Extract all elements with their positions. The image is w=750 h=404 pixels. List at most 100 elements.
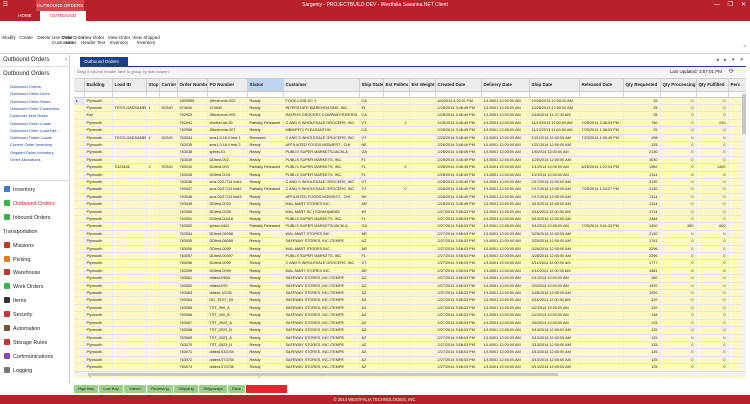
- modify-button[interactable]: Modify: [2, 35, 16, 40]
- sidebar-subitem[interactable]: Order Allocations: [10, 157, 40, 162]
- column-header[interactable]: Load ID: [112, 79, 147, 92]
- column-header[interactable]: Building: [84, 79, 113, 92]
- sidebar-module-inventory[interactable]: Inventory: [4, 185, 68, 195]
- table-row[interactable]: Plymouth 763064 DD_TEST_09 Ready SAFEWAY STO…: [74, 296, 746, 305]
- tab-outbound-orders[interactable]: OUTBOUND ORDERS: [40, 11, 86, 28]
- bottom-tab[interactable]: Infeed: [124, 385, 147, 393]
- sidebar-module-items[interactable]: Items: [4, 296, 68, 306]
- table-row[interactable]: Plymouth 763069 TST_0923_A Ready SAFEWAY STO…: [74, 334, 746, 342]
- column-header[interactable]: Qty Fulfilled: [696, 79, 729, 92]
- delete-button[interactable]: Delete: [36, 35, 52, 40]
- bottom-tab[interactable]: Receiving: [147, 385, 174, 393]
- sidebar-subitem[interactable]: Customer Item Rules: [10, 113, 48, 118]
- table-row[interactable]: Plymouth 763048 sms 02/17/14 test3 Ready AFF…: [74, 193, 746, 202]
- table-row[interactable]: Plymouth 763065 TST_090_A Ready SAFEWAY STOR…: [74, 304, 746, 313]
- sidebar-subitem[interactable]: Outbound Order Customers: [10, 106, 59, 111]
- column-header[interactable]: Stop: [146, 79, 160, 92]
- table-row[interactable]: Plymouth 763050 DDtest-0038 Ready WAL-MART S…: [74, 208, 746, 217]
- sidebar-module-work-orders[interactable]: Work Orders: [4, 282, 68, 292]
- sidebar-module-security[interactable]: Security: [4, 310, 68, 320]
- vertical-scroll-thumb[interactable]: [742, 94, 746, 134]
- bottom-tab[interactable]: Low Bay: [99, 385, 124, 393]
- minimize-button[interactable]: —: [714, 0, 720, 11]
- column-header[interactable]: Ship State: [359, 79, 384, 92]
- column-header[interactable]: Est Pallets: [383, 79, 410, 92]
- sidebar-module-warehouse[interactable]: Warehouse: [4, 268, 68, 278]
- sidebar-subitem[interactable]: Outbound Order Load Det...: [10, 128, 60, 133]
- column-header[interactable]: Perc: [728, 79, 746, 92]
- table-row[interactable]: Kiel 762923 Jlfteshome-005 Ready RALPHS GROC…: [74, 111, 746, 120]
- column-header[interactable]: Qty Processing: [660, 79, 697, 92]
- column-header[interactable]: Created Date: [435, 79, 482, 92]
- column-header[interactable]: [74, 79, 85, 92]
- table-row[interactable]: Plymouth 763067 TST_0922_A Ready SAFEWAY STO…: [74, 319, 746, 328]
- collapse-ribbon-icon[interactable]: ^: [744, 45, 746, 51]
- table-row[interactable]: Plymouth 763070 TST_0923_B Ready SAFEWAY STO…: [74, 341, 746, 350]
- chevron-left-icon[interactable]: ‹: [65, 57, 67, 63]
- close-button[interactable]: ✕: [741, 0, 746, 11]
- bottom-tab[interactable]: [246, 385, 288, 393]
- table-row[interactable]: Plymouth 763038 sptest-01 Ready PUBLIX SUPER…: [74, 148, 746, 157]
- column-header[interactable]: Delivery Date: [481, 79, 530, 92]
- tab-outbound-orders-document[interactable]: Outbound Orders: [80, 57, 128, 66]
- horizontal-scrollbar[interactable]: [74, 371, 746, 376]
- table-row[interactable]: Plymouth 762941 dhcfest ab-39 Partially Rel…: [74, 119, 746, 128]
- column-header[interactable]: Order Number: [177, 79, 208, 92]
- table-row[interactable]: Plymouth 763051 DDtest-00416 Ready PUBLIX SU…: [74, 215, 746, 224]
- table-row[interactable]: ▸ Plymouth 1800555 Jlfteshome-002 Ready FOOD …: [74, 97, 746, 105]
- sidebar-module-missions[interactable]: Missions: [4, 241, 68, 251]
- view-shipped-inventory-button[interactable]: View Shipped Inventory: [131, 35, 161, 45]
- table-row[interactable]: Plymouth 763066 TST_090_B Ready SAFEWAY STOR…: [74, 311, 746, 320]
- table-row[interactable]: Plymouth 763039 DDtest-002 Ready PUBLIX SUPE…: [74, 156, 746, 165]
- sidebar-subitem[interactable]: Outbound Trailer Loads: [10, 135, 52, 140]
- column-header[interactable]: Qty Requested: [623, 79, 661, 92]
- sidebar-subitem[interactable]: Outbound Orders: [10, 84, 41, 89]
- sidebar-module-automation[interactable]: Automation: [4, 324, 68, 334]
- column-header[interactable]: Status: [247, 79, 284, 92]
- table-row[interactable]: Plymouth TESTLOADSAMED 1 SGNO 574640 274640 Re…: [74, 104, 746, 113]
- table-row[interactable]: Plymouth 763073 ddtest-07/2/36 Ready SAFEWAY…: [74, 363, 746, 372]
- table-row[interactable]: Plymouth 763061 ddtest-096A Ready SAFEWAY ST…: [74, 274, 746, 283]
- maximize-button[interactable]: ❐: [728, 0, 733, 11]
- table-row[interactable]: Plymouth 763052 sptest-0402 Partially Relea…: [74, 222, 746, 231]
- create-button[interactable]: Create: [19, 35, 33, 40]
- bottom-tab[interactable]: Shipping: [174, 385, 199, 393]
- group-by-area[interactable]: Drag a column header here to group by th…: [74, 67, 746, 77]
- horizontal-scroll-thumb[interactable]: [88, 373, 558, 376]
- sidebar-module-inbound-orders[interactable]: Inbound Orders: [4, 213, 68, 223]
- column-header[interactable]: PO Number: [207, 79, 248, 92]
- sidebar-subitem[interactable]: Outbound Order Loads: [10, 121, 51, 126]
- table-row[interactable]: Plymouth 762958 Jlfteshome-007 Ready MBM/PFC…: [74, 126, 746, 135]
- sidebar-module-logging[interactable]: Logging: [4, 366, 68, 376]
- table-row[interactable]: Plymouth 763072 ddtest-07/2/35 Ready SAFEWAY…: [74, 356, 746, 365]
- table-row[interactable]: Plymouth 763058 DDtest-0090 Ready C AND S WH…: [74, 259, 746, 268]
- view-order-lines-button[interactable]: View Order Lines: [62, 35, 84, 45]
- column-header[interactable]: Est Weight: [409, 79, 436, 92]
- tab-home[interactable]: HOME: [10, 11, 40, 21]
- sidebar-subitem[interactable]: Outbound Order Notes: [10, 99, 50, 104]
- table-row[interactable]: Plymouth TESTLOADSAMED 1 SGNO 763034 sms1.0.1…: [74, 134, 746, 142]
- sidebar-subitem[interactable]: Outbound Order Lines: [10, 91, 50, 96]
- column-header[interactable]: Released Date: [579, 79, 624, 92]
- sidebar-module-communications[interactable]: Communications: [4, 352, 68, 362]
- sidebar-module-storage-rules[interactable]: Storage Rules: [4, 338, 68, 348]
- table-row[interactable]: Plymouth 763049 DDtest-0033 Ready WAL-MART S…: [74, 200, 746, 209]
- table-row[interactable]: Plymouth S123456 2 SGNO 763040 DDtest-003 Part…: [74, 163, 746, 172]
- view-order-inventory-button[interactable]: View Order Inventory: [107, 35, 131, 45]
- refresh-icon[interactable]: ⟳: [729, 68, 734, 75]
- column-header[interactable]: Customer: [283, 79, 360, 92]
- sidebar-module-picking[interactable]: Picking: [4, 255, 68, 265]
- bottom-tab[interactable]: Shippways: [199, 385, 228, 393]
- sidebar-module-transportation[interactable]: Transportation: [3, 227, 67, 237]
- sidebar-subitem[interactable]: Current Order Inventory: [10, 142, 52, 147]
- table-row[interactable]: Plymouth 763055 DDtest-06089 Ready SAFEWAY S…: [74, 237, 746, 246]
- column-header[interactable]: Carrier: [159, 79, 178, 92]
- table-row[interactable]: Plymouth 763046 sms 02/17/14 test1 Ready C A…: [74, 178, 746, 187]
- table-row[interactable]: Plymouth 763054 DDtest-06088 Ready WAL-MART …: [74, 230, 746, 239]
- document-nav-buttons[interactable]: ◂ ▸ ▾ ✕: [716, 57, 746, 63]
- sidebar-subitem[interactable]: Shipped Order Inventory: [10, 150, 54, 155]
- table-row[interactable]: Plymouth 763062 ddtest-09V Ready SAFEWAY STO…: [74, 282, 746, 291]
- table-row[interactable]: Plymouth 763035 sms1.0.16.0 test 2 Ready AFF…: [74, 141, 746, 150]
- table-row[interactable]: Plymouth 763068 TST_0922_B Ready SAFEWAY STO…: [74, 326, 746, 335]
- table-row[interactable]: Plymouth 763057 DDtest-00497 Ready PUBLIX SU…: [74, 252, 746, 261]
